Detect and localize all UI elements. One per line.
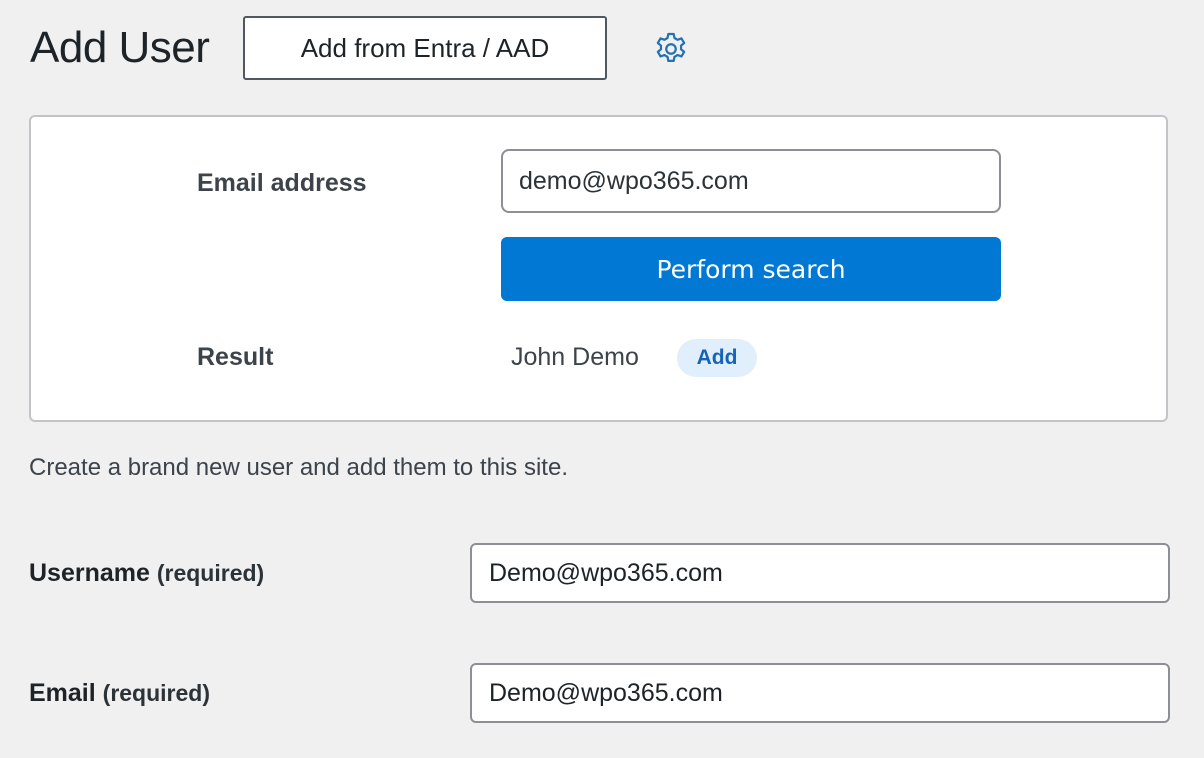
search-panel: Email address Perform search Result John… xyxy=(29,115,1168,422)
add-from-entra-button[interactable]: Add from Entra / AAD xyxy=(243,16,607,80)
email-search-input[interactable] xyxy=(501,149,1001,213)
username-label: Username (required) xyxy=(29,559,264,588)
email-address-label: Email address xyxy=(197,169,367,197)
perform-search-button[interactable]: Perform search xyxy=(501,237,1001,301)
username-label-text: Username xyxy=(29,559,150,587)
result-user-name: John Demo xyxy=(511,343,639,371)
add-result-button[interactable]: Add xyxy=(677,339,757,377)
email-field[interactable] xyxy=(470,663,1170,723)
username-field[interactable] xyxy=(470,543,1170,603)
gear-icon[interactable] xyxy=(652,30,690,68)
email-label: Email (required) xyxy=(29,679,210,708)
page-title: Add User xyxy=(30,23,210,72)
create-user-description: Create a brand new user and add them to … xyxy=(29,454,568,481)
username-required-text: (required) xyxy=(156,560,265,586)
email-required-text: (required) xyxy=(102,680,210,706)
email-label-text: Email xyxy=(29,679,96,707)
result-label: Result xyxy=(197,343,274,371)
